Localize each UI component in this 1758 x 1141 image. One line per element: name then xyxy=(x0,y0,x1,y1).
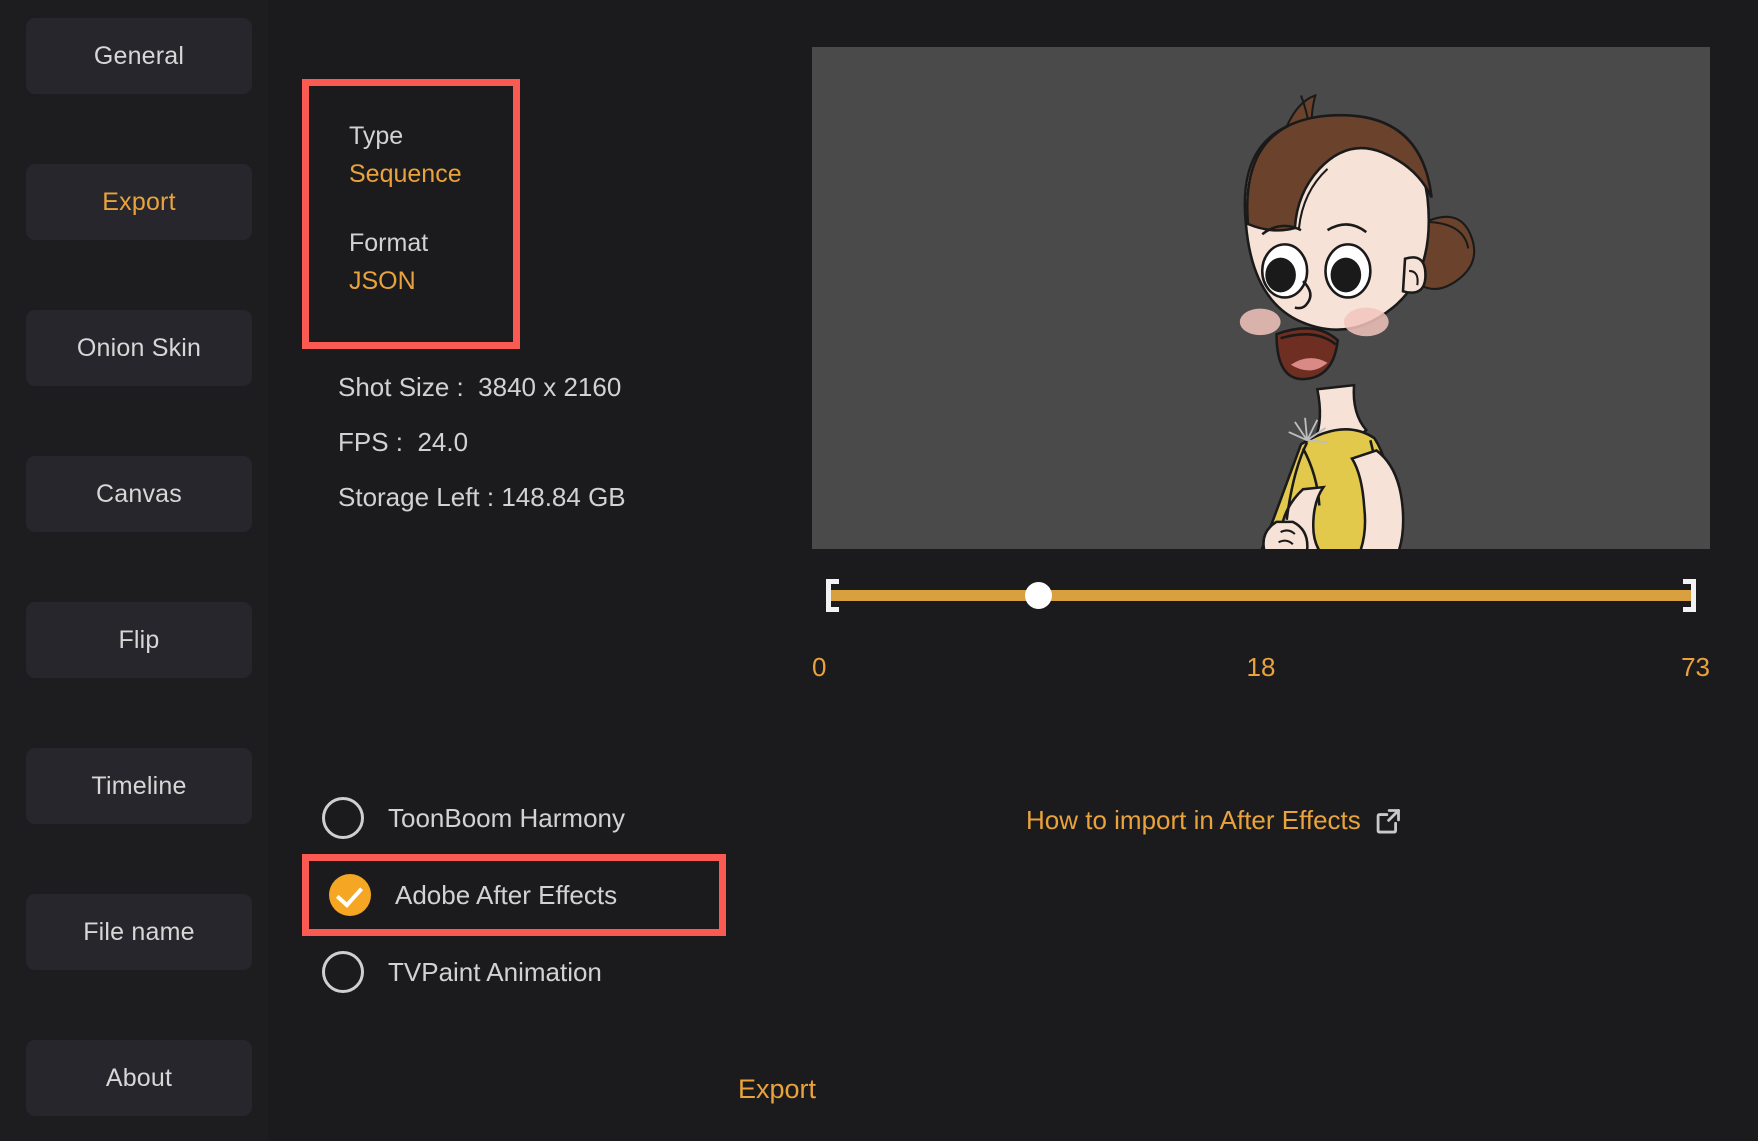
export-settings-column: Type Sequence Format JSON Shot Size : 38… xyxy=(268,0,808,1141)
external-link-icon xyxy=(1376,808,1400,833)
export-button[interactable]: Export xyxy=(738,1074,816,1105)
type-value[interactable]: Sequence xyxy=(349,162,462,187)
radio-unchecked-icon xyxy=(322,797,364,839)
sidebar-item-export[interactable]: Export xyxy=(26,164,252,240)
radio-option-toonboom-harmony[interactable]: ToonBoom Harmony xyxy=(302,784,732,852)
sidebar-item-timeline[interactable]: Timeline xyxy=(26,748,252,824)
sidebar-item-canvas[interactable]: Canvas xyxy=(26,456,252,532)
preview-canvas xyxy=(812,47,1710,549)
sidebar-item-onion-skin[interactable]: Onion Skin xyxy=(26,310,252,386)
format-value[interactable]: JSON xyxy=(349,269,462,294)
how-to-import-link-label: How to import in After Effects xyxy=(1026,805,1361,835)
export-target-radio-group: ToonBoom Harmony Adobe After Effects TVP… xyxy=(302,784,732,1006)
export-action-bar: Export xyxy=(0,1074,1758,1105)
sidebar-item-flip[interactable]: Flip xyxy=(26,602,252,678)
storage-left-row: Storage Left : 148.84 GB xyxy=(338,482,626,512)
radio-unchecked-icon xyxy=(322,951,364,993)
frame-slider[interactable] xyxy=(812,572,1710,618)
sidebar-item-label: Flip xyxy=(118,625,160,654)
type-format-fields: Type Sequence Format JSON xyxy=(309,86,462,294)
export-info-list: Shot Size : 3840 x 2160 FPS : 24.0 Stora… xyxy=(338,372,626,513)
frame-slider-track[interactable] xyxy=(826,590,1696,601)
radio-option-label: ToonBoom Harmony xyxy=(388,802,625,833)
radio-option-tvpaint-animation[interactable]: TVPaint Animation xyxy=(302,938,732,1006)
sidebar-item-label: Canvas xyxy=(96,479,182,508)
sidebar-item-label: File name xyxy=(83,917,195,946)
radio-option-label: TVPaint Animation xyxy=(388,956,602,987)
frame-current-label: 18 xyxy=(1246,652,1276,682)
sidebar-item-label: General xyxy=(93,41,185,70)
type-format-highlight-box: Type Sequence Format JSON xyxy=(302,79,520,349)
sidebar-item-file-name[interactable]: File name xyxy=(26,894,252,970)
radio-option-adobe-after-effects[interactable]: Adobe After Effects xyxy=(302,854,726,936)
sidebar-item-label: Export xyxy=(102,187,176,216)
radio-option-label: Adobe After Effects xyxy=(395,879,618,910)
sidebar-item-label: Onion Skin xyxy=(76,333,202,362)
format-label: Format xyxy=(349,229,429,257)
character-illustration xyxy=(1239,93,1476,549)
settings-sidebar: General Export Onion Skin Canvas Flip Ti… xyxy=(0,0,268,1141)
frame-labels: 0 18 73 xyxy=(812,652,1710,686)
range-end-bracket-icon[interactable] xyxy=(1683,579,1696,612)
frame-slider-handle[interactable] xyxy=(1025,582,1052,609)
fps-row: FPS : 24.0 xyxy=(338,427,469,457)
sidebar-item-label: Timeline xyxy=(91,771,187,800)
shot-size-row: Shot Size : 3840 x 2160 xyxy=(338,372,622,402)
radio-checked-icon xyxy=(329,874,371,916)
how-to-import-link[interactable]: How to import in After Effects xyxy=(1026,805,1402,836)
type-label: Type xyxy=(349,122,404,150)
sidebar-item-general[interactable]: General xyxy=(26,18,252,94)
range-start-bracket-icon[interactable] xyxy=(826,579,839,612)
frame-end-label: 73 xyxy=(1681,652,1710,682)
